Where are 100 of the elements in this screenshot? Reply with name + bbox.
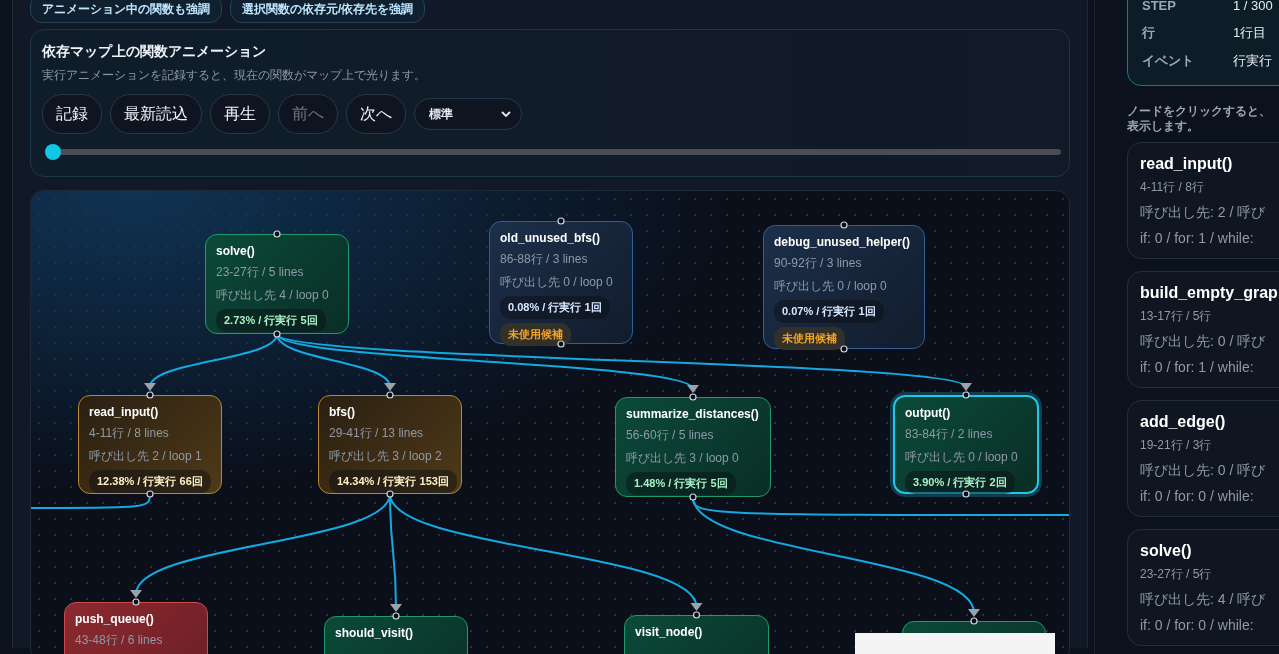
node-title: solve() — [216, 244, 256, 258]
node-lines: 4-11行 / 8 lines — [89, 425, 170, 442]
port-icon[interactable] — [557, 340, 565, 348]
function-calls: 呼び出し先: 2 / 呼び — [1140, 204, 1266, 222]
port-icon[interactable] — [840, 345, 848, 353]
port-icon[interactable] — [689, 393, 697, 401]
execution-stat: 1.48% / 行実行 5回 — [626, 472, 736, 495]
function-name: solve() — [1140, 542, 1192, 560]
port-icon[interactable] — [273, 330, 281, 338]
highlight-toggle[interactable]: アニメーション中の関数も強調 — [30, 0, 222, 23]
node-lines: 23-27行 / 5 lines — [216, 264, 305, 281]
node-calls: 呼び出し先 3 / loop 2 — [329, 448, 443, 465]
hint-text: 表示します。 — [1127, 119, 1199, 134]
node-lines: 83-84行 / 2 lines — [905, 426, 994, 443]
function-node[interactable]: read_input() 4-11行 / 8 lines 呼び出し先 2 / loop 1 12.38% / 行実行 66回 — [78, 395, 222, 494]
highlight-toggle[interactable]: 選択関数の依存元/依存先を強調 — [230, 0, 426, 23]
function-lines: 19-21行 / 3行 — [1140, 437, 1212, 454]
execution-stat: 2.73% / 行実行 5回 — [216, 309, 326, 332]
function-calls: 呼び出し先: 4 / 呼び — [1140, 591, 1266, 609]
node-lines: 56-60行 / 5 lines — [626, 427, 715, 444]
node-lines: 43-48行 / 6 lines — [75, 632, 164, 649]
function-loops: if: 0 / for: 1 / while: — [1140, 359, 1254, 375]
function-card[interactable]: add_edge() 19-21行 / 3行 呼び出し先: 0 / 呼び if: 0 / for: 0 / while: — [1127, 400, 1279, 517]
port-icon[interactable] — [692, 611, 701, 619]
info-label: イベント — [1142, 52, 1195, 70]
function-node[interactable]: bfs() 29-41行 / 13 lines 呼び出し先 3 / loop 2 14.34% / 行実行 153回 — [318, 395, 462, 494]
execution-stat: 0.08% / 行実行 1回 — [500, 296, 610, 319]
control-button[interactable]: 再生 — [210, 94, 270, 134]
port-icon[interactable] — [962, 490, 970, 498]
function-node[interactable]: solve() 23-27行 / 5 lines 呼び出し先 4 / loop 0 2.73% / 行実行 5回 — [205, 234, 349, 334]
node-lines: 29-41行 / 13 lines — [329, 425, 425, 442]
node-lines: 90-92行 / 3 lines — [774, 255, 863, 272]
slider-thumb[interactable] — [45, 144, 61, 160]
port-icon[interactable] — [557, 217, 565, 225]
node-title: read_input() — [89, 405, 160, 419]
port-icon[interactable] — [386, 490, 394, 498]
function-calls: 呼び出し先: 0 / 呼び — [1140, 333, 1266, 351]
function-card[interactable]: read_input() 4-11行 / 8行 呼び出し先: 2 / 呼び if: 0 / for: 1 / while: — [1127, 142, 1279, 259]
node-calls: 呼び出し先 4 / loop 0 — [216, 287, 330, 304]
execution-stat: 0.07% / 行実行 1回 — [774, 300, 884, 323]
function-card[interactable]: build_empty_grap 13-17行 / 5行 呼び出し先: 0 / 呼び if: 0 / for: 1 / while: — [1127, 271, 1279, 388]
function-node[interactable]: visit_node() — [624, 615, 769, 654]
control-button[interactable]: 最新読込 — [110, 94, 202, 134]
node-calls: 呼び出し先 2 / loop 1 — [89, 448, 203, 465]
panel-description: 実行アニメーションを記録すると、現在の関数がマップ上で光ります。 — [42, 67, 427, 84]
control-button[interactable]: 記録 — [42, 94, 102, 134]
function-name: add_edge() — [1140, 413, 1226, 431]
timeline-slider[interactable] — [45, 144, 1061, 160]
node-title: debug_unused_helper() — [774, 235, 911, 249]
panel-title: 依存マップ上の関数アニメーション — [42, 43, 267, 61]
port-icon[interactable] — [132, 598, 140, 606]
node-title: visit_node() — [635, 625, 704, 639]
node-calls: 呼び出し先 3 / loop 0 — [626, 450, 740, 467]
function-node[interactable]: old_unused_bfs() 86-88行 / 3 lines 呼び出し先 0 / loop 0 0.08% / 行実行 1回 未使用候補 — [489, 221, 633, 344]
function-node[interactable]: output() 83-84行 / 2 lines 呼び出し先 0 / loop 0 3.90% / 行実行 2回 — [893, 395, 1039, 494]
speed-select[interactable]: 標準 — [414, 98, 522, 130]
unused-badge: 未使用候補 — [774, 327, 845, 350]
unused-badge: 未使用候補 — [500, 323, 571, 346]
function-name: read_input() — [1140, 155, 1233, 173]
port-icon[interactable] — [386, 391, 394, 399]
node-title: should_visit() — [335, 626, 414, 640]
function-node[interactable]: summarize_distances() 56-60行 / 5 lines 呼び出し先 3 / loop 0 1.48% / 行実行 5回 — [615, 397, 771, 497]
node-title: old_unused_bfs() — [500, 231, 601, 245]
node-lines: 86-88行 / 3 lines — [500, 251, 589, 268]
port-icon[interactable] — [146, 490, 154, 498]
function-calls: 呼び出し先: 0 / 呼び — [1140, 462, 1266, 480]
function-loops: if: 0 / for: 0 / while: — [1140, 617, 1254, 633]
chevron-icon — [501, 110, 511, 118]
info-value: 1 / 300 — [1233, 0, 1273, 13]
function-loops: if: 0 / for: 0 / while: — [1140, 488, 1254, 504]
function-name: build_empty_grap — [1140, 284, 1278, 302]
info-label: 行 — [1142, 24, 1156, 42]
port-icon[interactable] — [840, 221, 848, 229]
function-node[interactable]: debug_unused_helper() 90-92行 / 3 lines 呼び出し先 0 / loop 0 0.07% / 行実行 1回 未使用候補 — [763, 225, 925, 349]
info-label: STEP — [1142, 0, 1177, 13]
node-title: summarize_distances() — [626, 407, 760, 421]
execution-stat: 14.34% / 行実行 153回 — [329, 470, 457, 493]
node-calls: 呼び出し先 0 / loop 0 — [500, 274, 614, 291]
function-lines: 23-27行 / 5行 — [1140, 566, 1212, 583]
port-icon[interactable] — [962, 391, 970, 399]
port-icon[interactable] — [689, 493, 697, 501]
port-icon[interactable] — [146, 391, 154, 399]
node-calls: 呼び出し先 0 / loop 0 — [774, 278, 888, 295]
port-icon[interactable] — [273, 230, 281, 238]
execution-stat: 3.90% / 行実行 2回 — [905, 471, 1015, 494]
node-title: bfs() — [329, 405, 356, 419]
function-loops: if: 0 / for: 1 / while: — [1140, 230, 1254, 246]
node-calls: 呼び出し先 0 / loop 0 — [905, 449, 1019, 466]
control-button[interactable]: 次へ — [346, 94, 406, 134]
hint-text: ノードをクリックすると、 — [1127, 104, 1271, 119]
info-value: 1行目 — [1233, 24, 1267, 42]
node-title: push_queue() — [75, 612, 155, 626]
port-icon[interactable] — [392, 612, 400, 620]
node-title: output() — [905, 406, 952, 420]
port-icon[interactable] — [970, 617, 978, 625]
function-node[interactable]: push_queue() 43-48行 / 6 lines — [64, 602, 208, 654]
function-lines: 4-11行 / 8行 — [1140, 179, 1204, 196]
function-lines: 13-17行 / 5行 — [1140, 308, 1212, 325]
function-card[interactable]: solve() 23-27行 / 5行 呼び出し先: 4 / 呼び if: 0 / for: 0 / while: — [1127, 529, 1279, 646]
function-node[interactable]: should_visit() — [324, 616, 468, 654]
